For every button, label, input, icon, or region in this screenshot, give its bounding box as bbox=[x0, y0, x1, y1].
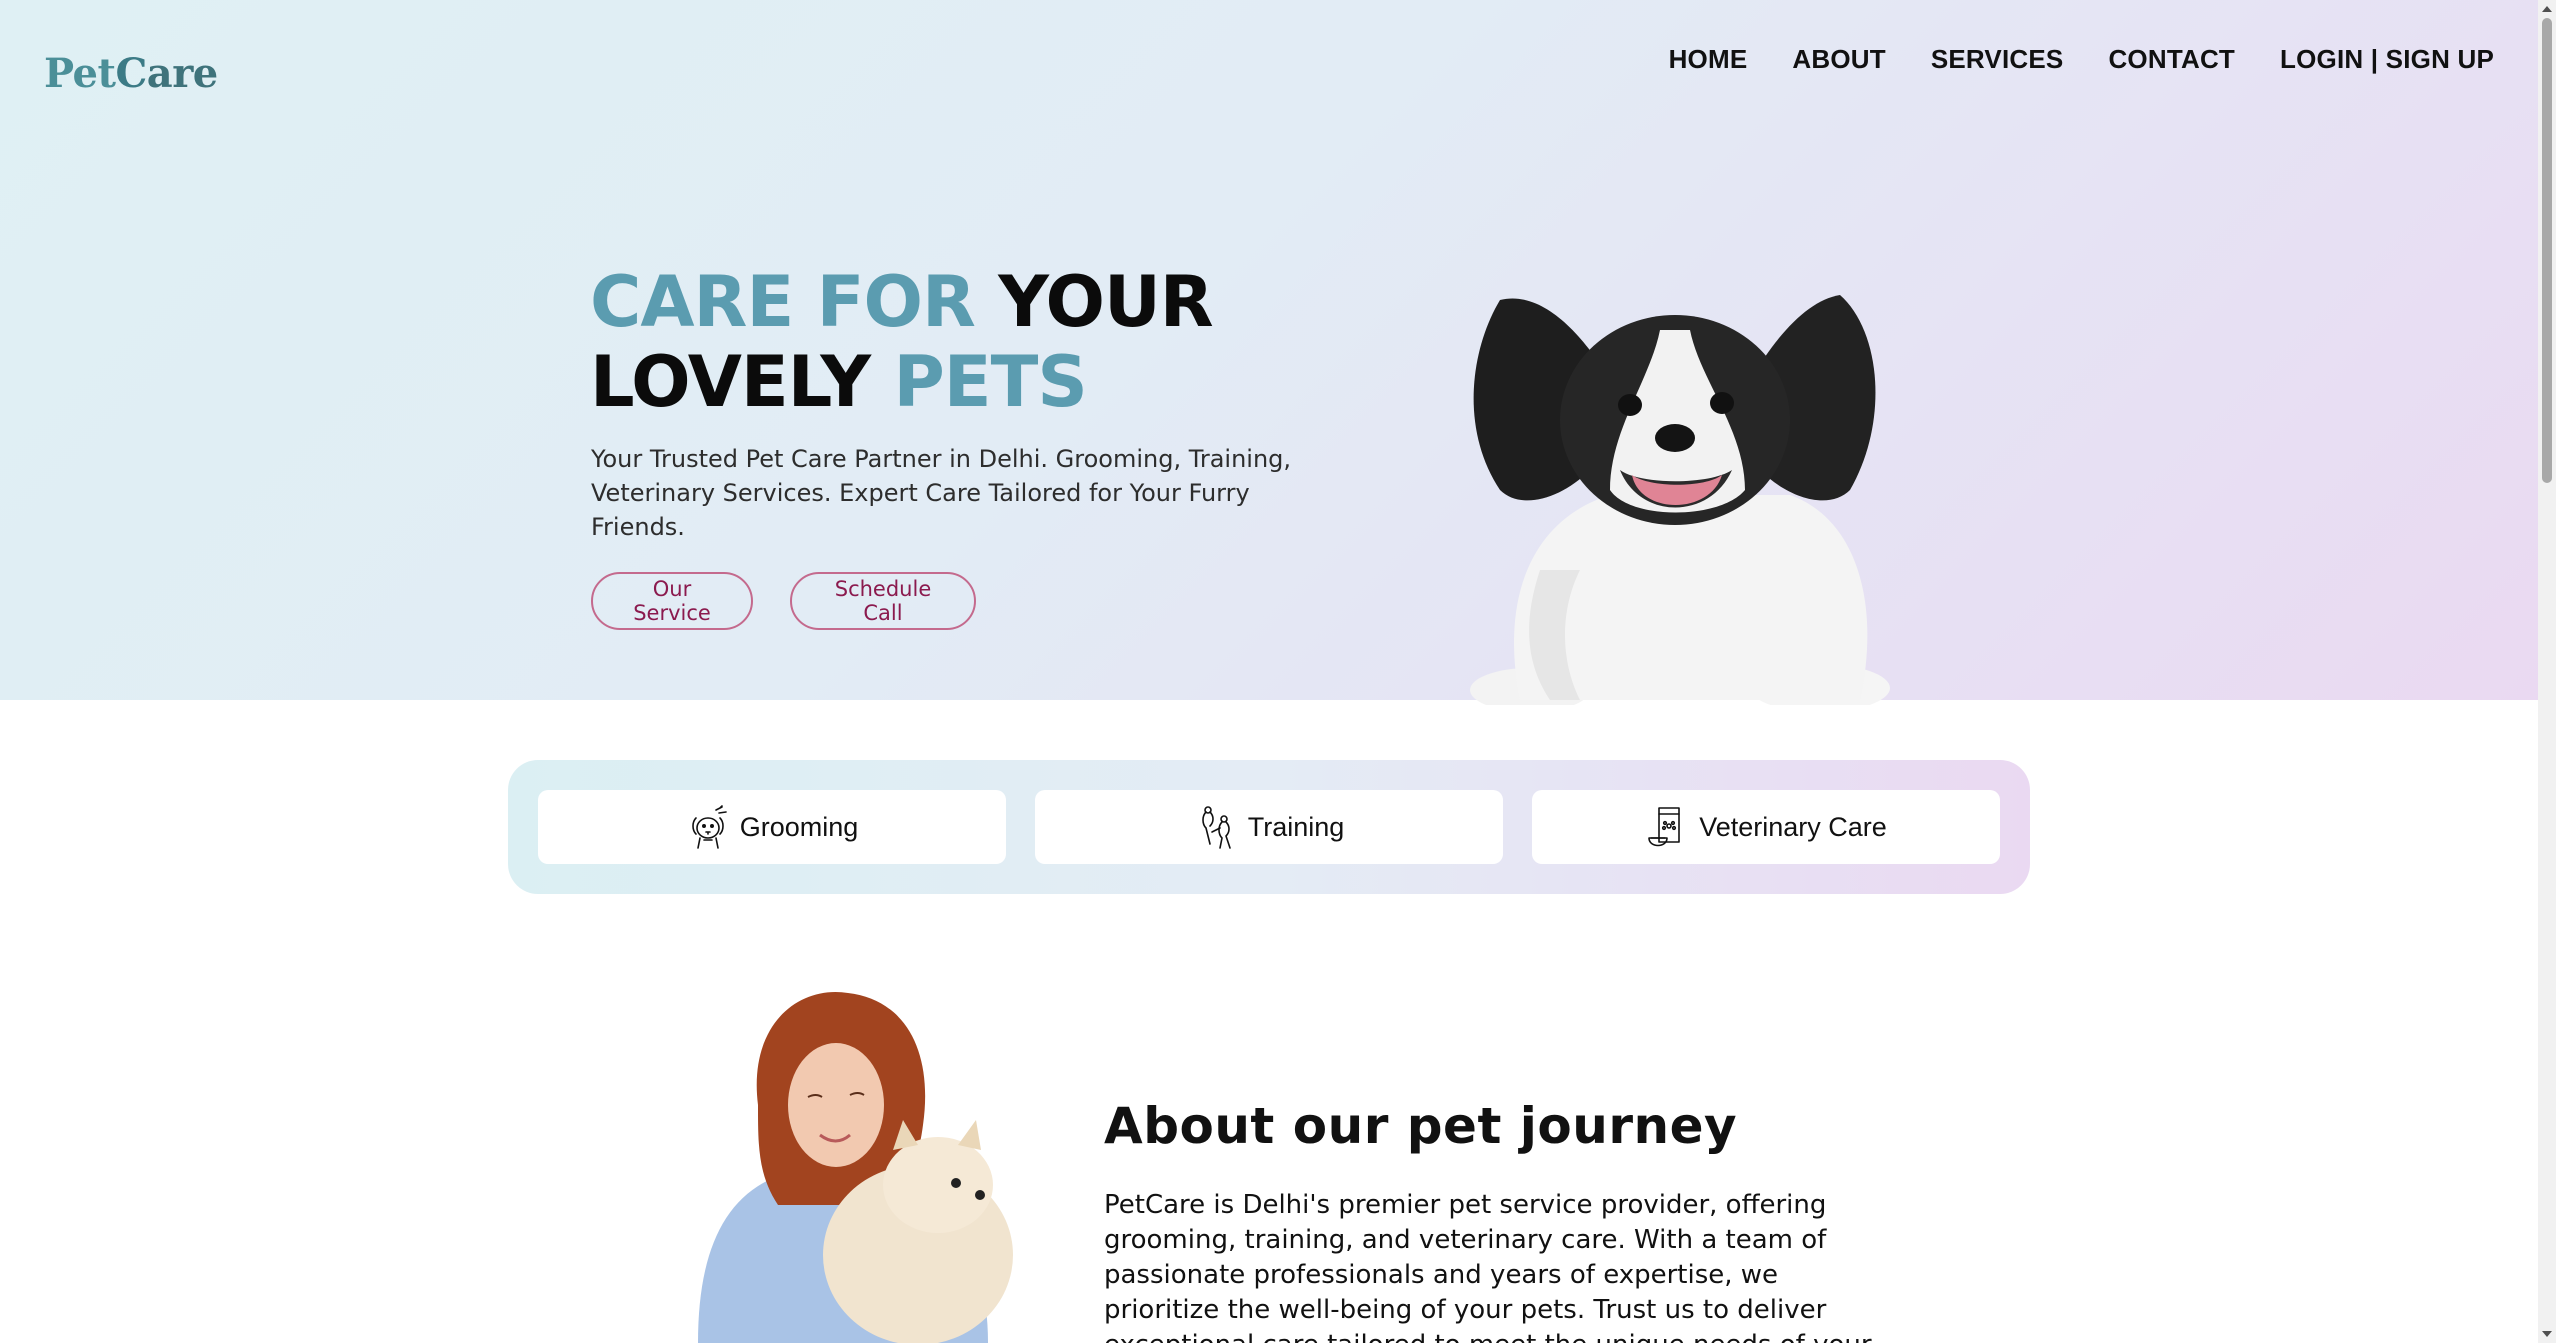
nav-home[interactable]: HOME bbox=[1669, 44, 1748, 75]
logo-part-are: are bbox=[146, 50, 218, 97]
headline-care-for: CARE FOR bbox=[590, 261, 976, 343]
service-card-veterinary[interactable]: Veterinary Care bbox=[1532, 790, 2000, 864]
service-label-grooming: Grooming bbox=[739, 811, 859, 842]
woman-holding-pomeranian-photo bbox=[698, 991, 1013, 1343]
pomeranian-head bbox=[883, 1137, 993, 1233]
logo-part-c: C bbox=[115, 50, 147, 97]
page: PetCare HOME ABOUT SERVICES CONTACT LOGI… bbox=[0, 0, 2538, 1343]
services-bar: Grooming Training Veterinary Care bbox=[508, 760, 2030, 894]
woman-face bbox=[788, 1043, 884, 1167]
papillon-dog-photo bbox=[1470, 295, 1890, 705]
pomeranian-eye bbox=[951, 1178, 961, 1188]
headline-lovely: LOVELY bbox=[590, 341, 871, 423]
logo[interactable]: PetCare bbox=[44, 50, 218, 97]
vet-pet-food-icon bbox=[1648, 807, 1681, 847]
hero-subtitle: Your Trusted Pet Care Partner in Delhi. … bbox=[591, 445, 1292, 541]
nav-services[interactable]: SERVICES bbox=[1931, 44, 2064, 75]
headline-pets: PETS bbox=[893, 341, 1088, 423]
logo-part-pet: Pet bbox=[44, 50, 116, 97]
dog-right-eye bbox=[1710, 392, 1734, 414]
service-label-veterinary: Veterinary Care bbox=[1699, 811, 1887, 842]
our-service-button[interactable]: Our Service bbox=[591, 572, 753, 630]
service-card-grooming[interactable]: Grooming bbox=[538, 790, 1006, 864]
grooming-dog-icon bbox=[691, 805, 727, 849]
service-card-training[interactable]: Training bbox=[1035, 790, 1503, 864]
service-label-training: Training bbox=[1247, 811, 1345, 842]
page-scrollbar[interactable] bbox=[2538, 0, 2556, 1343]
hero-section: PetCare HOME ABOUT SERVICES CONTACT LOGI… bbox=[0, 0, 2538, 705]
about-title: About our pet journey bbox=[1104, 1097, 1738, 1155]
dog-nose bbox=[1655, 424, 1695, 452]
dog-left-eye bbox=[1618, 394, 1642, 416]
nav-contact[interactable]: CONTACT bbox=[2108, 44, 2235, 75]
headline-your: YOUR bbox=[998, 261, 1213, 343]
pomeranian-nose bbox=[975, 1190, 985, 1200]
scroll-down-arrow-icon[interactable] bbox=[2538, 1325, 2556, 1343]
scroll-up-arrow-icon[interactable] bbox=[2538, 0, 2556, 18]
about-text: PetCare is Delhi's premier pet service p… bbox=[1104, 1190, 1872, 1343]
nav-login-signup[interactable]: LOGIN | SIGN UP bbox=[2280, 44, 2494, 75]
scrollbar-thumb[interactable] bbox=[2542, 18, 2552, 483]
main-nav: HOME ABOUT SERVICES CONTACT LOGIN | SIGN… bbox=[1669, 44, 2494, 75]
nav-about[interactable]: ABOUT bbox=[1792, 44, 1885, 75]
schedule-call-button[interactable]: Schedule Call bbox=[790, 572, 976, 630]
training-hands-icon bbox=[1201, 806, 1231, 849]
hero-headline: CARE FOR YOUR LOVELY PETS bbox=[590, 261, 1214, 423]
